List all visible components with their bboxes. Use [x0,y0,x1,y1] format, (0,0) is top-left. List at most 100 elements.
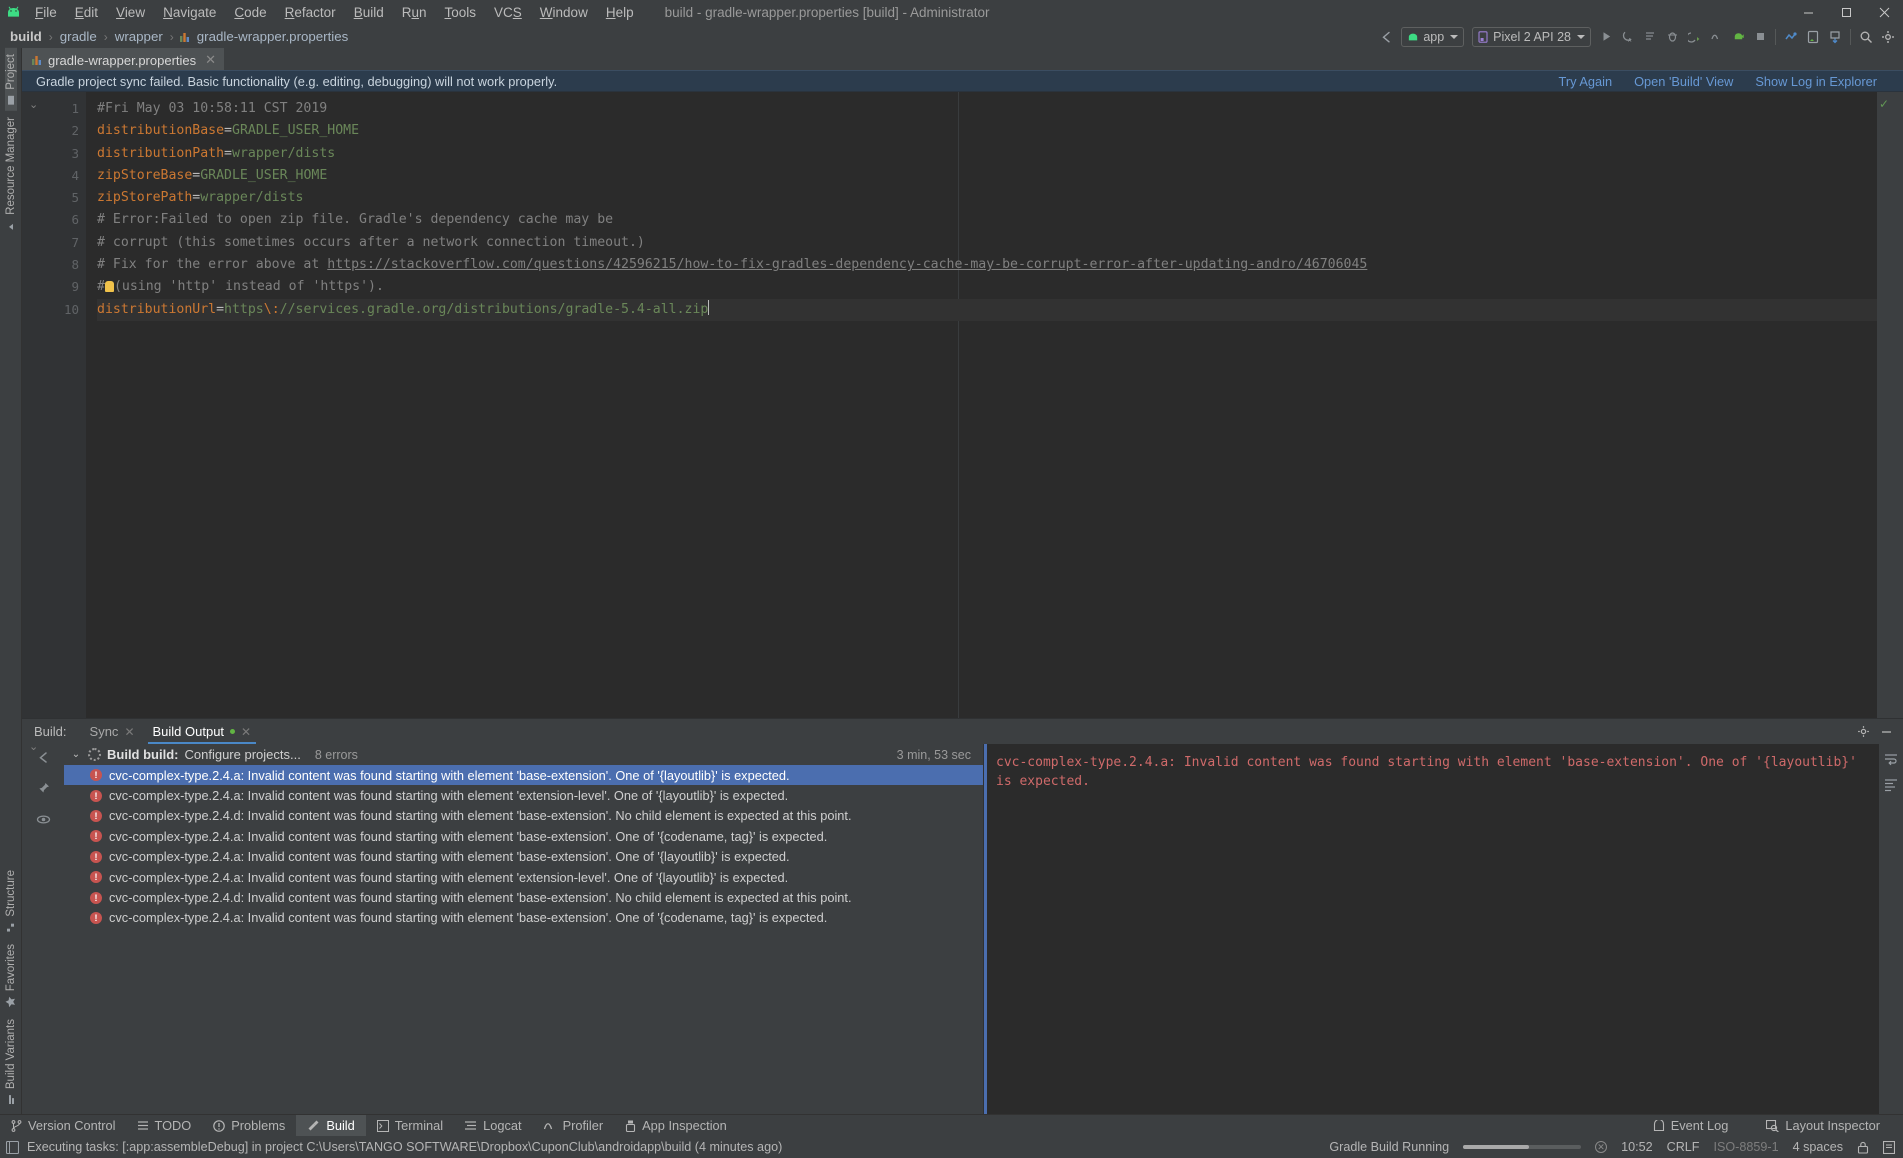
close-button[interactable] [1865,0,1903,25]
sdk-manager-icon[interactable] [1780,26,1802,48]
avd-manager-icon[interactable] [1802,26,1824,48]
profile-icon[interactable] [1705,26,1727,48]
device-combo[interactable]: Pixel 2 API 28 [1472,26,1591,47]
fold-caret-icon[interactable]: ⌄ [29,98,38,111]
sidebar-item-build-variants[interactable]: Build Variants [5,1013,17,1110]
build-console[interactable]: cvc-complex-type.2.4.a: Invalid content … [984,744,1903,1114]
try-again-link[interactable]: Try Again [1559,74,1613,89]
run-with-coverage-icon[interactable] [1639,26,1661,48]
code-line[interactable]: distributionUrl=https\://services.gradle… [97,298,1877,321]
sidebar-item-favorites[interactable]: Favorites [5,938,17,1013]
menu-code[interactable]: Code [225,0,275,25]
pin-icon[interactable] [36,781,51,796]
build-error-row[interactable]: ! cvc-complex-type.2.4.a: Invalid content… [64,826,983,846]
code-line[interactable]: # Fix for the error above at https://sta… [97,254,1877,276]
bottom-tab-build[interactable]: Build [296,1114,366,1137]
sync-arrow-icon[interactable] [1375,26,1397,48]
close-icon[interactable]: ✕ [205,52,216,68]
run-configuration-combo[interactable]: app [1401,26,1465,47]
fold-caret-icon[interactable]: ⌄ [29,740,38,753]
bottom-tab-terminal[interactable]: Terminal [366,1115,454,1137]
minimize-button[interactable] [1789,0,1827,25]
code-line[interactable]: # Error:Failed to open zip file. Gradle'… [97,209,1877,231]
bottom-tab-event-log[interactable]: Event Log [1642,1115,1740,1137]
breadcrumb-item-gradle[interactable]: gradle [58,29,99,44]
sync-gradle-icon[interactable] [1824,26,1846,48]
menu-view[interactable]: View [107,0,154,25]
editor-source-lines[interactable]: #Fri May 03 10:58:11 CST 2019 distributio… [86,98,1877,321]
show-log-in-explorer-link[interactable]: Show Log in Explorer [1755,74,1877,89]
sidebar-item-structure[interactable]: Structure [5,864,17,938]
lock-icon[interactable] [1857,1141,1869,1154]
soft-wrap-icon[interactable] [1884,752,1898,766]
debug-attach-icon[interactable]: A [1617,26,1639,48]
notifications-icon[interactable] [1883,1140,1895,1154]
menu-refactor[interactable]: Refactor [276,0,345,25]
code-line[interactable]: # corrupt (this sometimes occurs after a… [97,232,1877,254]
chevron-down-icon[interactable]: ⌄ [70,749,82,760]
code-line[interactable]: #Fri May 03 10:58:11 CST 2019 [97,98,1877,120]
tab-build-output[interactable]: Build Output ✕ [144,719,261,744]
debug-icon[interactable] [1661,26,1683,48]
breadcrumb-item-file[interactable]: gradle-wrapper.properties [195,29,351,44]
build-error-row[interactable]: ! cvc-complex-type.2.4.d: Invalid content… [64,806,983,826]
menu-edit[interactable]: Edit [66,0,107,25]
bottom-tab-version-control[interactable]: Version Control [0,1115,127,1137]
build-error-row[interactable]: ! cvc-complex-type.2.4.a: Invalid content… [64,908,983,928]
menu-tools[interactable]: Tools [436,0,486,25]
build-error-list[interactable]: ! cvc-complex-type.2.4.a: Invalid content… [64,765,983,928]
breadcrumb-item-wrapper[interactable]: wrapper [113,29,165,44]
code-line[interactable]: # (using 'http' instead of 'https'). [97,276,1877,298]
settings-gear-icon[interactable] [1877,26,1899,48]
menu-build[interactable]: Build [345,0,393,25]
sidebar-item-project[interactable]: Project [4,48,17,111]
editor-folding-gutter[interactable]: ⌄ ⌄ [22,92,50,753]
sidebar-item-resource-manager[interactable]: Resource Manager [5,111,17,236]
indent-label[interactable]: 4 spaces [1793,1140,1843,1154]
bottom-tab-todo[interactable]: TODO [127,1115,203,1137]
build-error-row[interactable]: ! cvc-complex-type.2.4.a: Invalid content… [64,867,983,887]
bottom-tab-logcat[interactable]: Logcat [454,1115,532,1137]
build-error-tree[interactable]: ⌄ Build build: Configure projects... 8 e… [64,744,984,1114]
minimize-icon[interactable] [1880,725,1893,738]
stop-icon[interactable] [1749,26,1771,48]
run-icon[interactable] [1595,26,1617,48]
eye-icon[interactable] [36,812,51,827]
code-line[interactable]: zipStoreBase=GRADLE_USER_HOME [97,165,1877,187]
status-window-icon[interactable] [6,1140,19,1154]
code-line[interactable]: zipStorePath=wrapper/dists [97,187,1877,209]
scroll-to-end-icon[interactable] [1884,778,1898,792]
settings-gear-icon[interactable] [1857,725,1870,738]
intention-bulb-icon[interactable] [104,281,114,293]
editor-scrollbar[interactable] [1891,92,1903,718]
build-error-row[interactable]: ! cvc-complex-type.2.4.a: Invalid content… [64,765,983,786]
inspection-status-icon[interactable]: ✓ [1879,97,1889,111]
code-line[interactable]: distributionPath=wrapper/dists [97,143,1877,165]
close-icon[interactable]: ✕ [124,725,134,739]
bottom-tab-problems[interactable]: Problems [202,1115,296,1137]
cancel-build-icon[interactable]: ✕ [1595,1141,1608,1153]
editor-error-stripe[interactable]: ✓ [1877,92,1891,718]
tab-sync[interactable]: Sync ✕ [81,719,144,744]
menu-help[interactable]: Help [597,0,643,25]
code-line[interactable]: distributionBase=GRADLE_USER_HOME [97,120,1877,142]
build-error-row[interactable]: ! cvc-complex-type.2.4.a: Invalid content… [64,785,983,805]
menu-navigate[interactable]: Navigate [154,0,225,25]
maximize-button[interactable] [1827,0,1865,25]
build-tree-root[interactable]: ⌄ Build build: Configure projects... 8 e… [64,744,983,765]
build-error-row[interactable]: ! cvc-complex-type.2.4.d: Invalid content… [64,887,983,907]
open-build-view-link[interactable]: Open 'Build' View [1634,74,1733,89]
encoding-label[interactable]: ISO-8859-1 [1713,1140,1778,1154]
editor-tab-gradle-wrapper-properties[interactable]: gradle-wrapper.properties ✕ [22,48,225,70]
bottom-tab-layout-inspector[interactable]: Layout Inspector [1755,1115,1891,1137]
bottom-tab-app-inspection[interactable]: App Inspection [614,1115,738,1137]
menu-file[interactable]: File [26,0,66,25]
menu-vcs[interactable]: VCS [485,0,531,25]
editor-text-area[interactable]: #Fri May 03 10:58:11 CST 2019 distributio… [86,92,1877,718]
apply-changes-icon[interactable] [1727,26,1749,48]
line-separator-label[interactable]: CRLF [1667,1140,1700,1154]
bottom-tab-profiler[interactable]: Profiler [533,1115,615,1137]
close-icon[interactable]: ✕ [241,725,251,739]
breadcrumb-item-build[interactable]: build [8,29,44,44]
search-icon[interactable] [1855,26,1877,48]
